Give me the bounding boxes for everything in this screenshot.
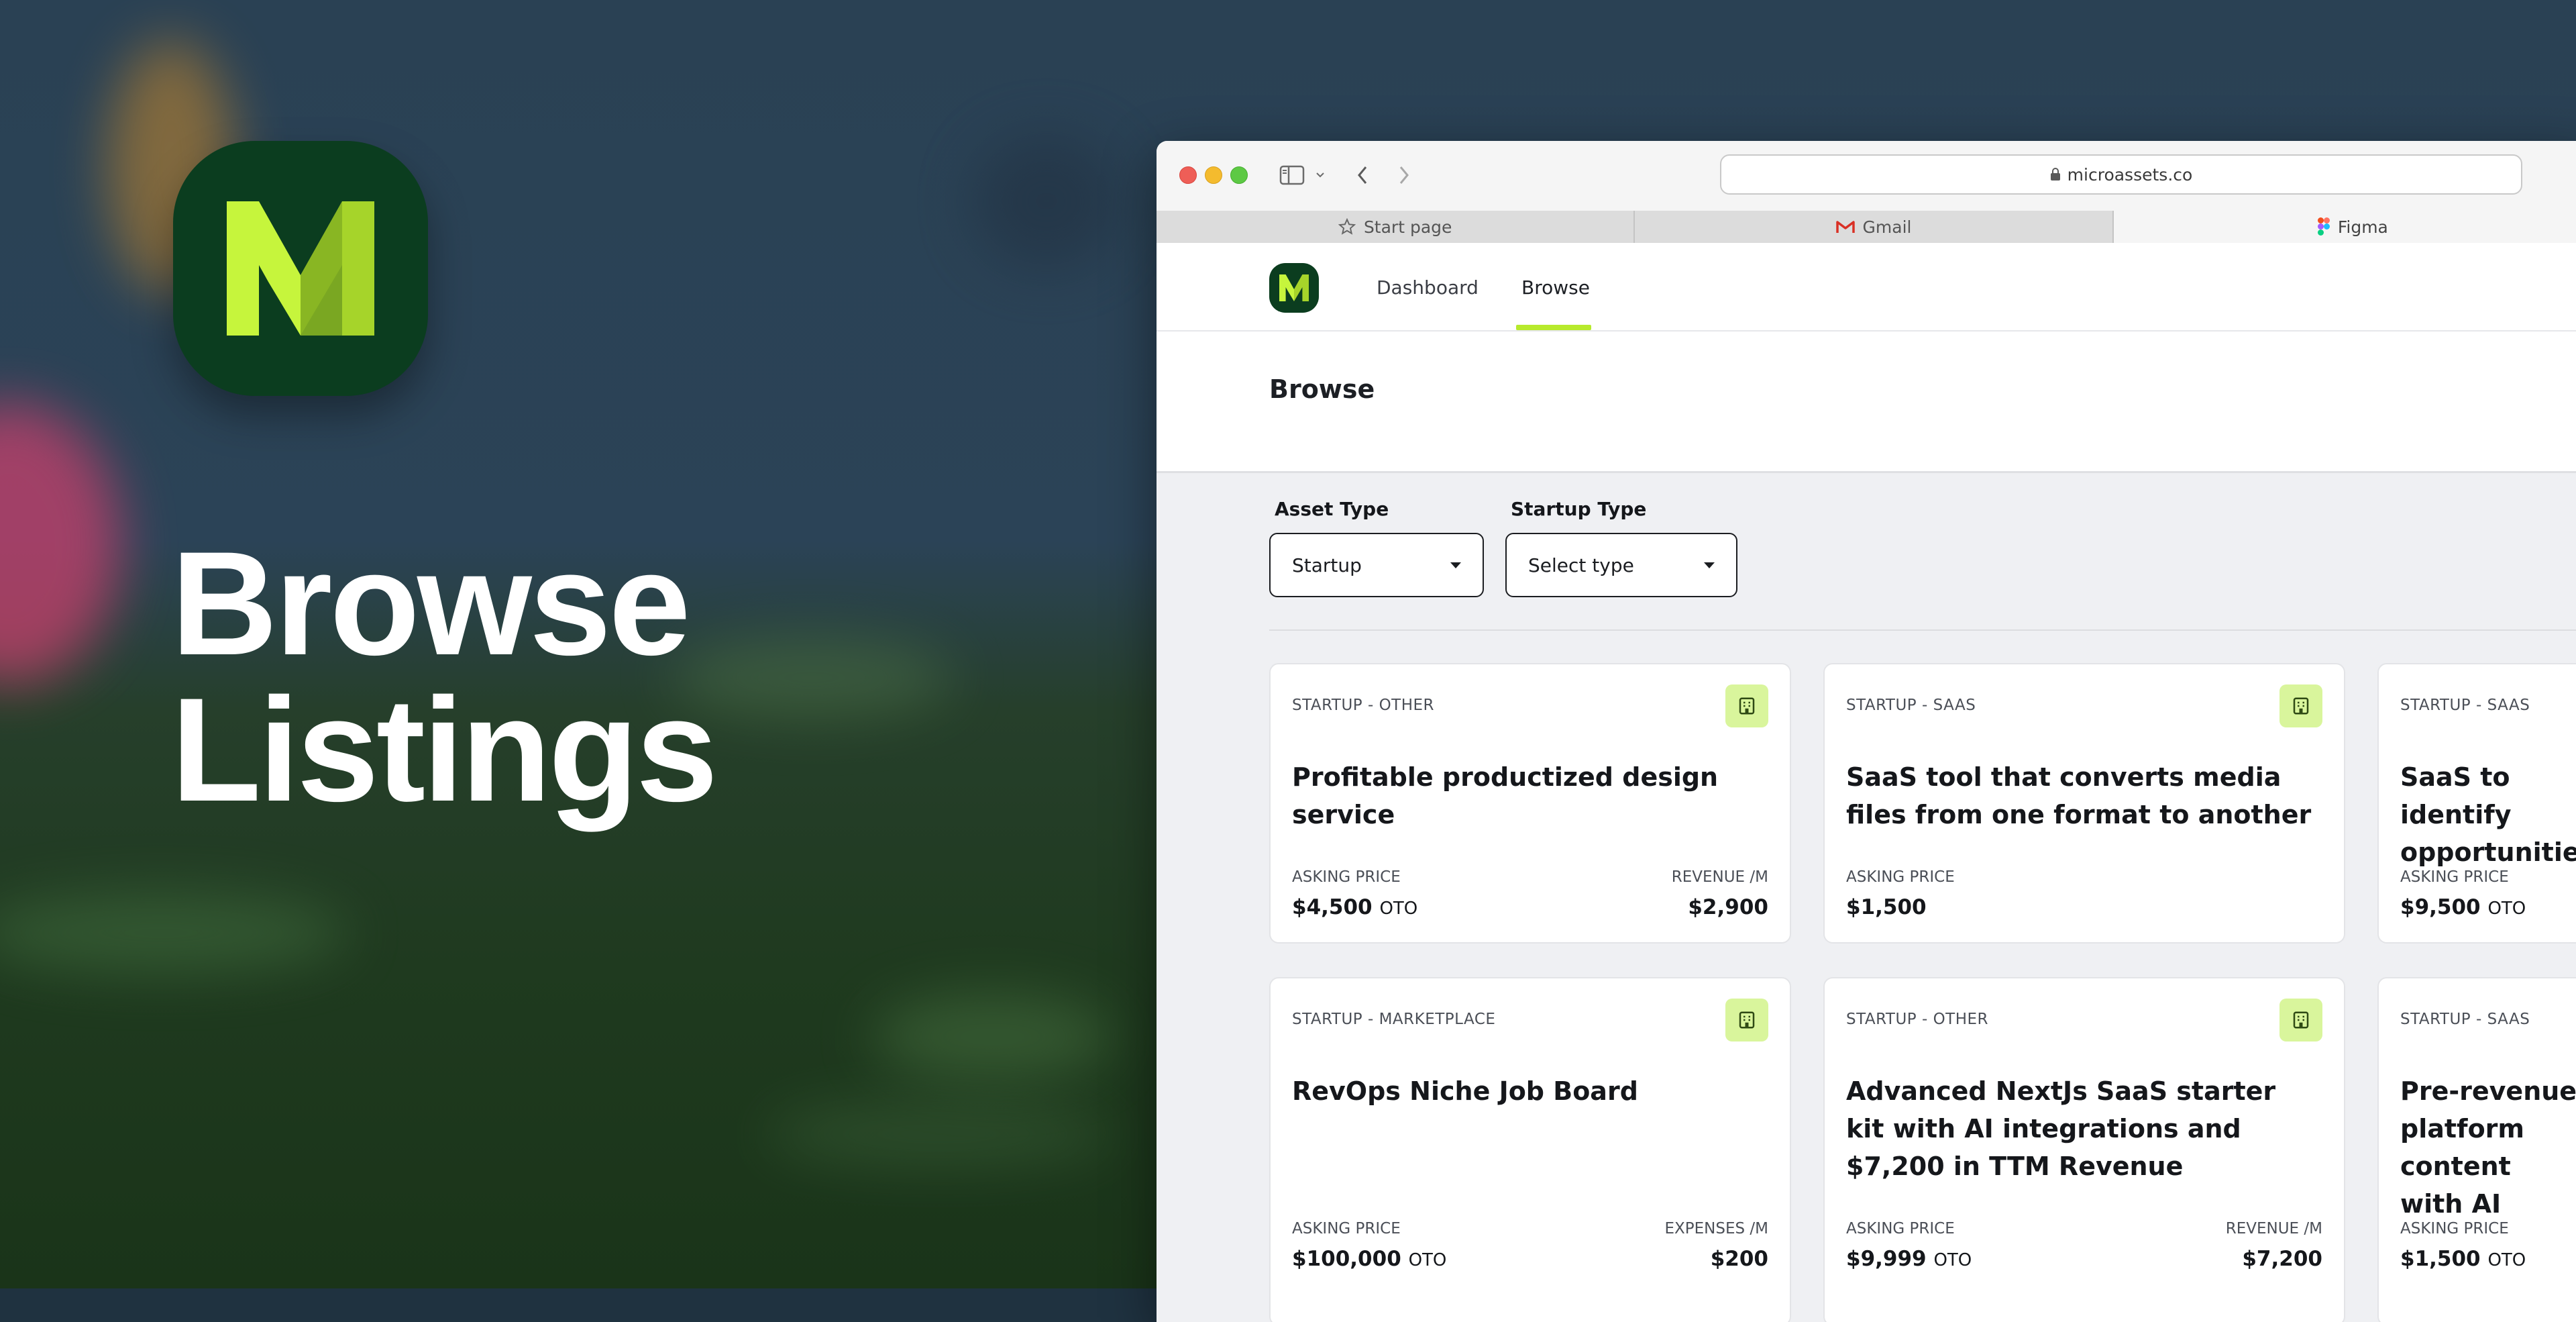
chevron-down-icon[interactable] [1312,164,1328,187]
asset-type-select[interactable]: Startup [1269,533,1484,597]
listing-title: RevOps Niche Job Board [1292,1076,1638,1106]
listing-category: STARTUP - OTHER [1846,1011,1989,1028]
microassets-logo [173,141,428,396]
browser-window: microassets.co Start page Gmail Figma Da… [1157,141,2576,1322]
listing-title: SaaS tool that converts media files from… [1846,762,2312,829]
tab-label: Gmail [1862,217,1912,237]
app-header: Dashboard Browse Browse [1157,243,2576,472]
listing-card[interactable]: STARTUP - OTHER Advanced NextJs SaaS sta… [1823,977,2345,1322]
hero-title: Browse Listings [171,521,718,832]
active-tab-indicator [1516,325,1591,330]
url-text: microassets.co [2067,164,2193,185]
listing-card[interactable]: STARTUP - SAAS SaaS tool that converts m… [1823,663,2345,944]
app-logo[interactable] [1269,263,1319,313]
building-icon [2279,684,2322,727]
metric-value: $2,900 [1688,895,1768,919]
asking-price-value: $100,000 OTO [1292,1247,1447,1271]
gmail-icon [1835,221,1855,233]
asking-price-value: $9,999 OTO [1846,1247,1972,1271]
building-icon [2279,999,2322,1041]
listing-title: Advanced NextJs SaaS starter kit with AI… [1846,1076,2276,1181]
asset-type-value: Startup [1292,554,1362,576]
tab-label: Start page [1363,217,1452,237]
address-bar[interactable]: microassets.co [1720,154,2522,195]
startup-type-label: Startup Type [1511,498,1647,520]
browser-titlebar: microassets.co [1157,141,2576,211]
asking-price-label: ASKING PRICE [1846,868,1955,886]
divider [1269,629,2576,631]
tab-start-page[interactable]: Start page [1157,211,1635,243]
divider [1157,330,2576,332]
asset-type-label: Asset Type [1275,498,1389,520]
listing-title: SaaS to identify opportunities [2400,762,2576,867]
nav-browse[interactable]: Browse [1521,276,1590,299]
caret-down-icon [1450,562,1461,568]
listing-title: Profitable productized design service [1292,762,1719,829]
tab-gmail[interactable]: Gmail [1635,211,2114,243]
listing-category: STARTUP - OTHER [1292,697,1435,714]
figma-icon [2317,217,2330,236]
asking-price-label: ASKING PRICE [1846,1220,1955,1237]
tab-label: Figma [2337,217,2388,237]
listing-category: STARTUP - MARKETPLACE [1292,1011,1496,1028]
asking-price-label: ASKING PRICE [2400,1220,2509,1237]
asking-price-value: $1,500 [1846,895,1927,919]
asking-price-label: ASKING PRICE [1292,868,1401,886]
forward-arrow-icon[interactable] [1394,164,1414,187]
nav-dashboard[interactable]: Dashboard [1377,276,1479,299]
metric-value: $200 [1710,1247,1768,1271]
hero-line-2: Listings [171,667,718,832]
sidebar-toggle-icon[interactable] [1279,164,1305,187]
page-title: Browse [1269,374,1375,404]
asking-price-value: $1,500 OTO [2400,1247,2526,1271]
metric-value: $7,200 [2242,1247,2322,1271]
asking-price-value: $9,500 OTO [2400,895,2526,919]
listing-card[interactable]: STARTUP - SAAS SaaS to identify opportun… [2377,663,2576,944]
listing-category: STARTUP - SAAS [1846,697,1976,714]
startup-type-select[interactable]: Select type [1505,533,1737,597]
listing-category: STARTUP - SAAS [2400,697,2530,714]
building-icon [1725,684,1768,727]
building-icon [1725,999,1768,1041]
tab-figma[interactable]: Figma [2113,211,2576,243]
browser-tabs: Start page Gmail Figma [1157,211,2576,243]
star-icon [1338,218,1356,235]
asking-price-label: ASKING PRICE [2400,868,2509,886]
m-logo-icon [1279,274,1309,301]
caret-down-icon [1704,562,1715,568]
metric-label: REVENUE /M [2225,1220,2322,1237]
listing-title: Pre-revenue platform content with AI [2400,1076,2576,1219]
listing-card[interactable]: STARTUP - SAAS Pre-revenue platform cont… [2377,977,2576,1322]
asking-price-value: $4,500 OTO [1292,895,1418,919]
listing-card[interactable]: STARTUP - OTHER Profitable productized d… [1269,663,1791,944]
listing-card[interactable]: STARTUP - MARKETPLACE RevOps Niche Job B… [1269,977,1791,1322]
m-logo-icon [227,201,374,336]
lock-icon [2050,168,2060,181]
close-window-button[interactable] [1179,166,1197,184]
listing-category: STARTUP - SAAS [2400,1011,2530,1028]
asking-price-label: ASKING PRICE [1292,1220,1401,1237]
minimize-window-button[interactable] [1205,166,1222,184]
metric-label: REVENUE /M [1671,868,1768,886]
startup-type-value: Select type [1528,554,1634,576]
back-arrow-icon[interactable] [1352,164,1373,187]
metric-label: EXPENSES /M [1664,1220,1768,1237]
zoom-window-button[interactable] [1230,166,1248,184]
divider [1157,471,2576,473]
hero-line-1: Browse [171,521,691,686]
